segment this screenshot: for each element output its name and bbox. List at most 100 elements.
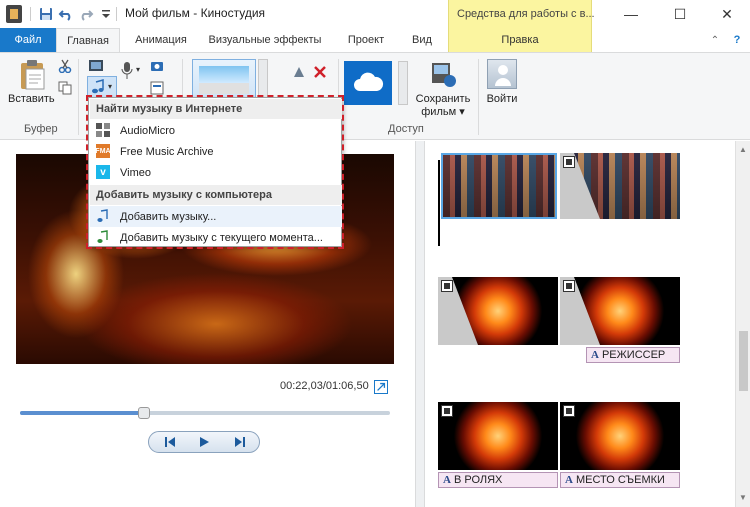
close-button[interactable]: ✕ xyxy=(704,0,750,28)
next-frame-icon xyxy=(235,437,245,447)
snapshot-icon[interactable] xyxy=(150,59,164,73)
save-movie-icon[interactable] xyxy=(428,59,458,89)
vimeo-icon: v xyxy=(96,165,110,179)
scroll-thumb[interactable] xyxy=(739,331,748,391)
window-title: Мой фильм - Киностудия xyxy=(125,6,266,20)
clip-type-icon xyxy=(563,156,575,168)
remove-icon[interactable] xyxy=(313,65,327,79)
share-gallery-scroll[interactable] xyxy=(398,61,408,105)
time-readout: 00:22,03/01:06,50 xyxy=(280,380,369,392)
storyboard-clip[interactable] xyxy=(560,402,680,470)
tab-home[interactable]: Главная xyxy=(56,28,120,52)
cut-icon[interactable] xyxy=(58,59,72,73)
onedrive-share-button[interactable] xyxy=(344,61,392,105)
cloud-icon xyxy=(354,72,384,91)
seek-thumb[interactable] xyxy=(137,407,150,419)
add-video-icon[interactable] xyxy=(88,57,104,73)
paste-button-label[interactable]: Вставить xyxy=(8,93,55,105)
caption-icon: A xyxy=(443,474,451,486)
menu-item-add-music-at-current-point[interactable]: Добавить музыку с текущего момента... xyxy=(90,227,342,248)
autotheme-gallery-item[interactable] xyxy=(192,59,256,101)
tab-view[interactable]: Вид xyxy=(400,28,444,52)
menu-item-vimeo[interactable]: v Vimeo xyxy=(90,162,342,183)
app-icon[interactable] xyxy=(6,5,22,23)
music-note-icon xyxy=(92,79,104,94)
add-music-menu: Найти музыку в Интернете AudioMicro FMA … xyxy=(88,97,342,247)
help-button[interactable]: ? xyxy=(728,28,746,52)
caption-text: В РОЛЯХ xyxy=(453,474,503,486)
save-movie-label[interactable]: Сохранить xyxy=(414,93,472,105)
menu-item-add-music[interactable]: Добавить музыку... xyxy=(90,206,342,227)
rotate-icon[interactable] xyxy=(292,65,306,79)
group-separator xyxy=(78,59,79,135)
undo-icon[interactable] xyxy=(58,6,74,22)
menu-header-online: Найти музыку в Интернете xyxy=(90,99,342,119)
caption-text: РЕЖИССЕР xyxy=(601,349,666,361)
tab-project[interactable]: Проект xyxy=(336,28,396,52)
playhead[interactable] xyxy=(438,160,440,246)
seek-bar[interactable] xyxy=(20,411,390,415)
maximize-button[interactable]: ☐ xyxy=(657,0,703,28)
caption-bar[interactable]: A В РОЛЯХ xyxy=(438,472,558,488)
movie-maker-window: Мой фильм - Киностудия Средства для рабо… xyxy=(0,0,750,507)
signin-label[interactable]: Войти xyxy=(482,93,522,105)
menu-item-label: Добавить музыку... xyxy=(120,210,217,223)
storyboard-clip[interactable] xyxy=(560,153,680,219)
next-frame-button[interactable] xyxy=(225,434,255,450)
user-icon xyxy=(495,65,511,86)
previous-frame-icon xyxy=(165,437,175,447)
separator xyxy=(116,7,117,21)
pane-splitter[interactable] xyxy=(415,141,425,507)
clip-type-icon xyxy=(441,405,453,417)
music-note-plus-icon xyxy=(96,230,110,244)
clipboard-group-label: Буфер xyxy=(24,123,58,135)
minimize-button[interactable]: — xyxy=(608,0,654,28)
fma-icon: FMA xyxy=(95,144,111,158)
caption-bar[interactable]: A РЕЖИССЕР xyxy=(586,347,680,363)
storyboard-clip[interactable] xyxy=(441,153,557,219)
menu-item-label: Free Music Archive xyxy=(120,145,214,158)
tab-edit[interactable]: Правка xyxy=(448,28,592,52)
menu-item-audiomicro[interactable]: AudioMicro xyxy=(90,120,342,141)
redo-icon[interactable] xyxy=(78,6,94,22)
tab-animation[interactable]: Анимация xyxy=(124,28,198,52)
storyboard-clip[interactable] xyxy=(560,277,680,345)
signin-avatar[interactable] xyxy=(487,59,517,89)
caption-icon: A xyxy=(591,349,599,361)
chevron-down-icon: ▾ xyxy=(108,82,113,91)
tab-visual-effects[interactable]: Визуальные эффекты xyxy=(202,28,328,52)
menu-item-label: AudioMicro xyxy=(120,124,176,137)
save-movie-label-2[interactable]: фильм ▾ xyxy=(414,105,472,118)
storyboard-clip[interactable] xyxy=(438,277,558,345)
gallery-scroll[interactable] xyxy=(258,59,268,101)
play-icon xyxy=(200,437,209,447)
menu-header-local: Добавить музыку с компьютера xyxy=(90,185,342,205)
save-icon[interactable] xyxy=(38,6,54,22)
collapse-ribbon-button[interactable]: ⌃ xyxy=(706,28,724,52)
menu-item-label: Vimeo xyxy=(120,166,151,179)
playback-controls xyxy=(148,431,260,453)
scroll-down-icon[interactable]: ▼ xyxy=(739,493,747,502)
add-music-button[interactable]: ▾ xyxy=(87,76,117,98)
seek-progress xyxy=(20,411,144,415)
scroll-up-icon[interactable]: ▲ xyxy=(739,145,747,154)
storyboard-scrollbar[interactable]: ▲ ▼ xyxy=(735,141,750,507)
play-button[interactable] xyxy=(189,434,219,450)
caption-bar[interactable]: A МЕСТО СЪЕМКИ xyxy=(560,472,680,488)
customize-quick-access-icon[interactable] xyxy=(98,6,114,22)
paste-icon[interactable] xyxy=(18,59,48,91)
chevron-down-icon[interactable]: ▾ xyxy=(136,65,140,74)
tab-file[interactable]: Файл xyxy=(0,28,56,52)
narration-mic-icon[interactable] xyxy=(120,61,134,81)
storyboard-clip[interactable] xyxy=(438,402,558,470)
caption-text: МЕСТО СЪЕМКИ xyxy=(575,474,665,486)
title-text-icon[interactable] xyxy=(150,81,164,95)
menu-item-free-music-archive[interactable]: FMA Free Music Archive xyxy=(90,141,342,162)
previous-frame-button[interactable] xyxy=(155,434,185,450)
separator xyxy=(30,7,31,21)
ribbon-tabs: Файл Главная Анимация Визуальные эффекты… xyxy=(0,28,750,52)
fullscreen-icon[interactable] xyxy=(374,380,388,394)
group-separator xyxy=(478,59,479,135)
theme-thumbnail xyxy=(199,66,249,94)
copy-icon[interactable] xyxy=(58,81,72,95)
